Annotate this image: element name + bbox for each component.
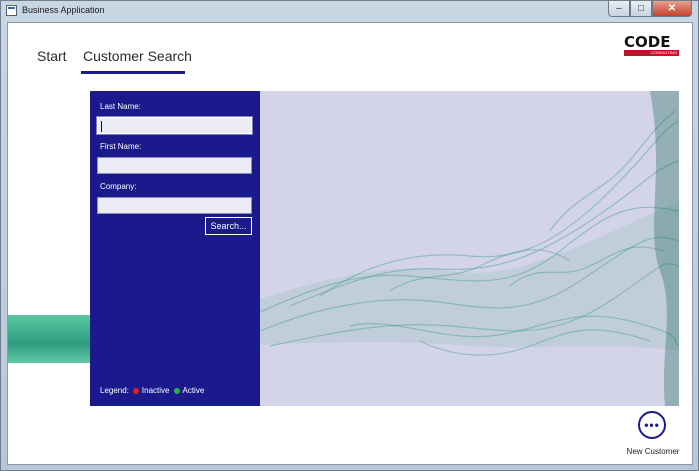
close-icon: ✕ bbox=[667, 3, 677, 14]
company-logo: CODE CONSULTING bbox=[624, 33, 679, 56]
more-icon[interactable]: ••• bbox=[638, 411, 666, 439]
last-name-input[interactable] bbox=[96, 116, 253, 135]
new-customer-label: New Customer bbox=[626, 447, 680, 456]
title-bar[interactable]: Business Application – □ ✕ bbox=[1, 1, 698, 21]
status-legend: Legend: Inactive Active bbox=[100, 386, 204, 395]
company-input[interactable] bbox=[97, 197, 252, 214]
inactive-dot-icon bbox=[132, 387, 139, 394]
tab-customer-search[interactable]: Customer Search bbox=[83, 48, 192, 64]
window-title: Business Application bbox=[22, 5, 105, 15]
legend-active-label: Active bbox=[182, 386, 205, 395]
tab-start[interactable]: Start bbox=[37, 48, 67, 64]
first-name-label: First Name: bbox=[100, 142, 142, 151]
new-customer-button[interactable]: ••• New Customer bbox=[622, 411, 684, 461]
active-dot-icon bbox=[173, 387, 180, 394]
company-label: Company: bbox=[100, 182, 137, 191]
search-button[interactable]: Search... bbox=[205, 217, 252, 235]
maximize-icon: □ bbox=[637, 3, 645, 14]
minimize-button[interactable]: – bbox=[608, 1, 630, 17]
close-button[interactable]: ✕ bbox=[652, 1, 692, 17]
first-name-input[interactable] bbox=[97, 157, 252, 174]
logo-text: CODE bbox=[624, 33, 671, 51]
more-icon-glyph: ••• bbox=[644, 418, 660, 432]
application-window: Business Application – □ ✕ Start Custome… bbox=[0, 0, 699, 471]
legend-label: Legend: bbox=[100, 386, 129, 395]
last-name-label: Last Name: bbox=[100, 102, 141, 111]
window-controls: – □ ✕ bbox=[608, 1, 692, 18]
text-caret bbox=[101, 121, 102, 132]
selected-tab-indicator bbox=[81, 71, 185, 74]
maximize-button[interactable]: □ bbox=[630, 1, 652, 17]
customer-search-form: Last Name: First Name: Company: Search..… bbox=[90, 91, 260, 406]
minimize-icon: – bbox=[616, 3, 622, 14]
app-icon bbox=[6, 5, 17, 16]
client-area: Start Customer Search CODE CONSULTING La… bbox=[7, 22, 693, 465]
legend-inactive-label: Inactive bbox=[141, 386, 170, 395]
